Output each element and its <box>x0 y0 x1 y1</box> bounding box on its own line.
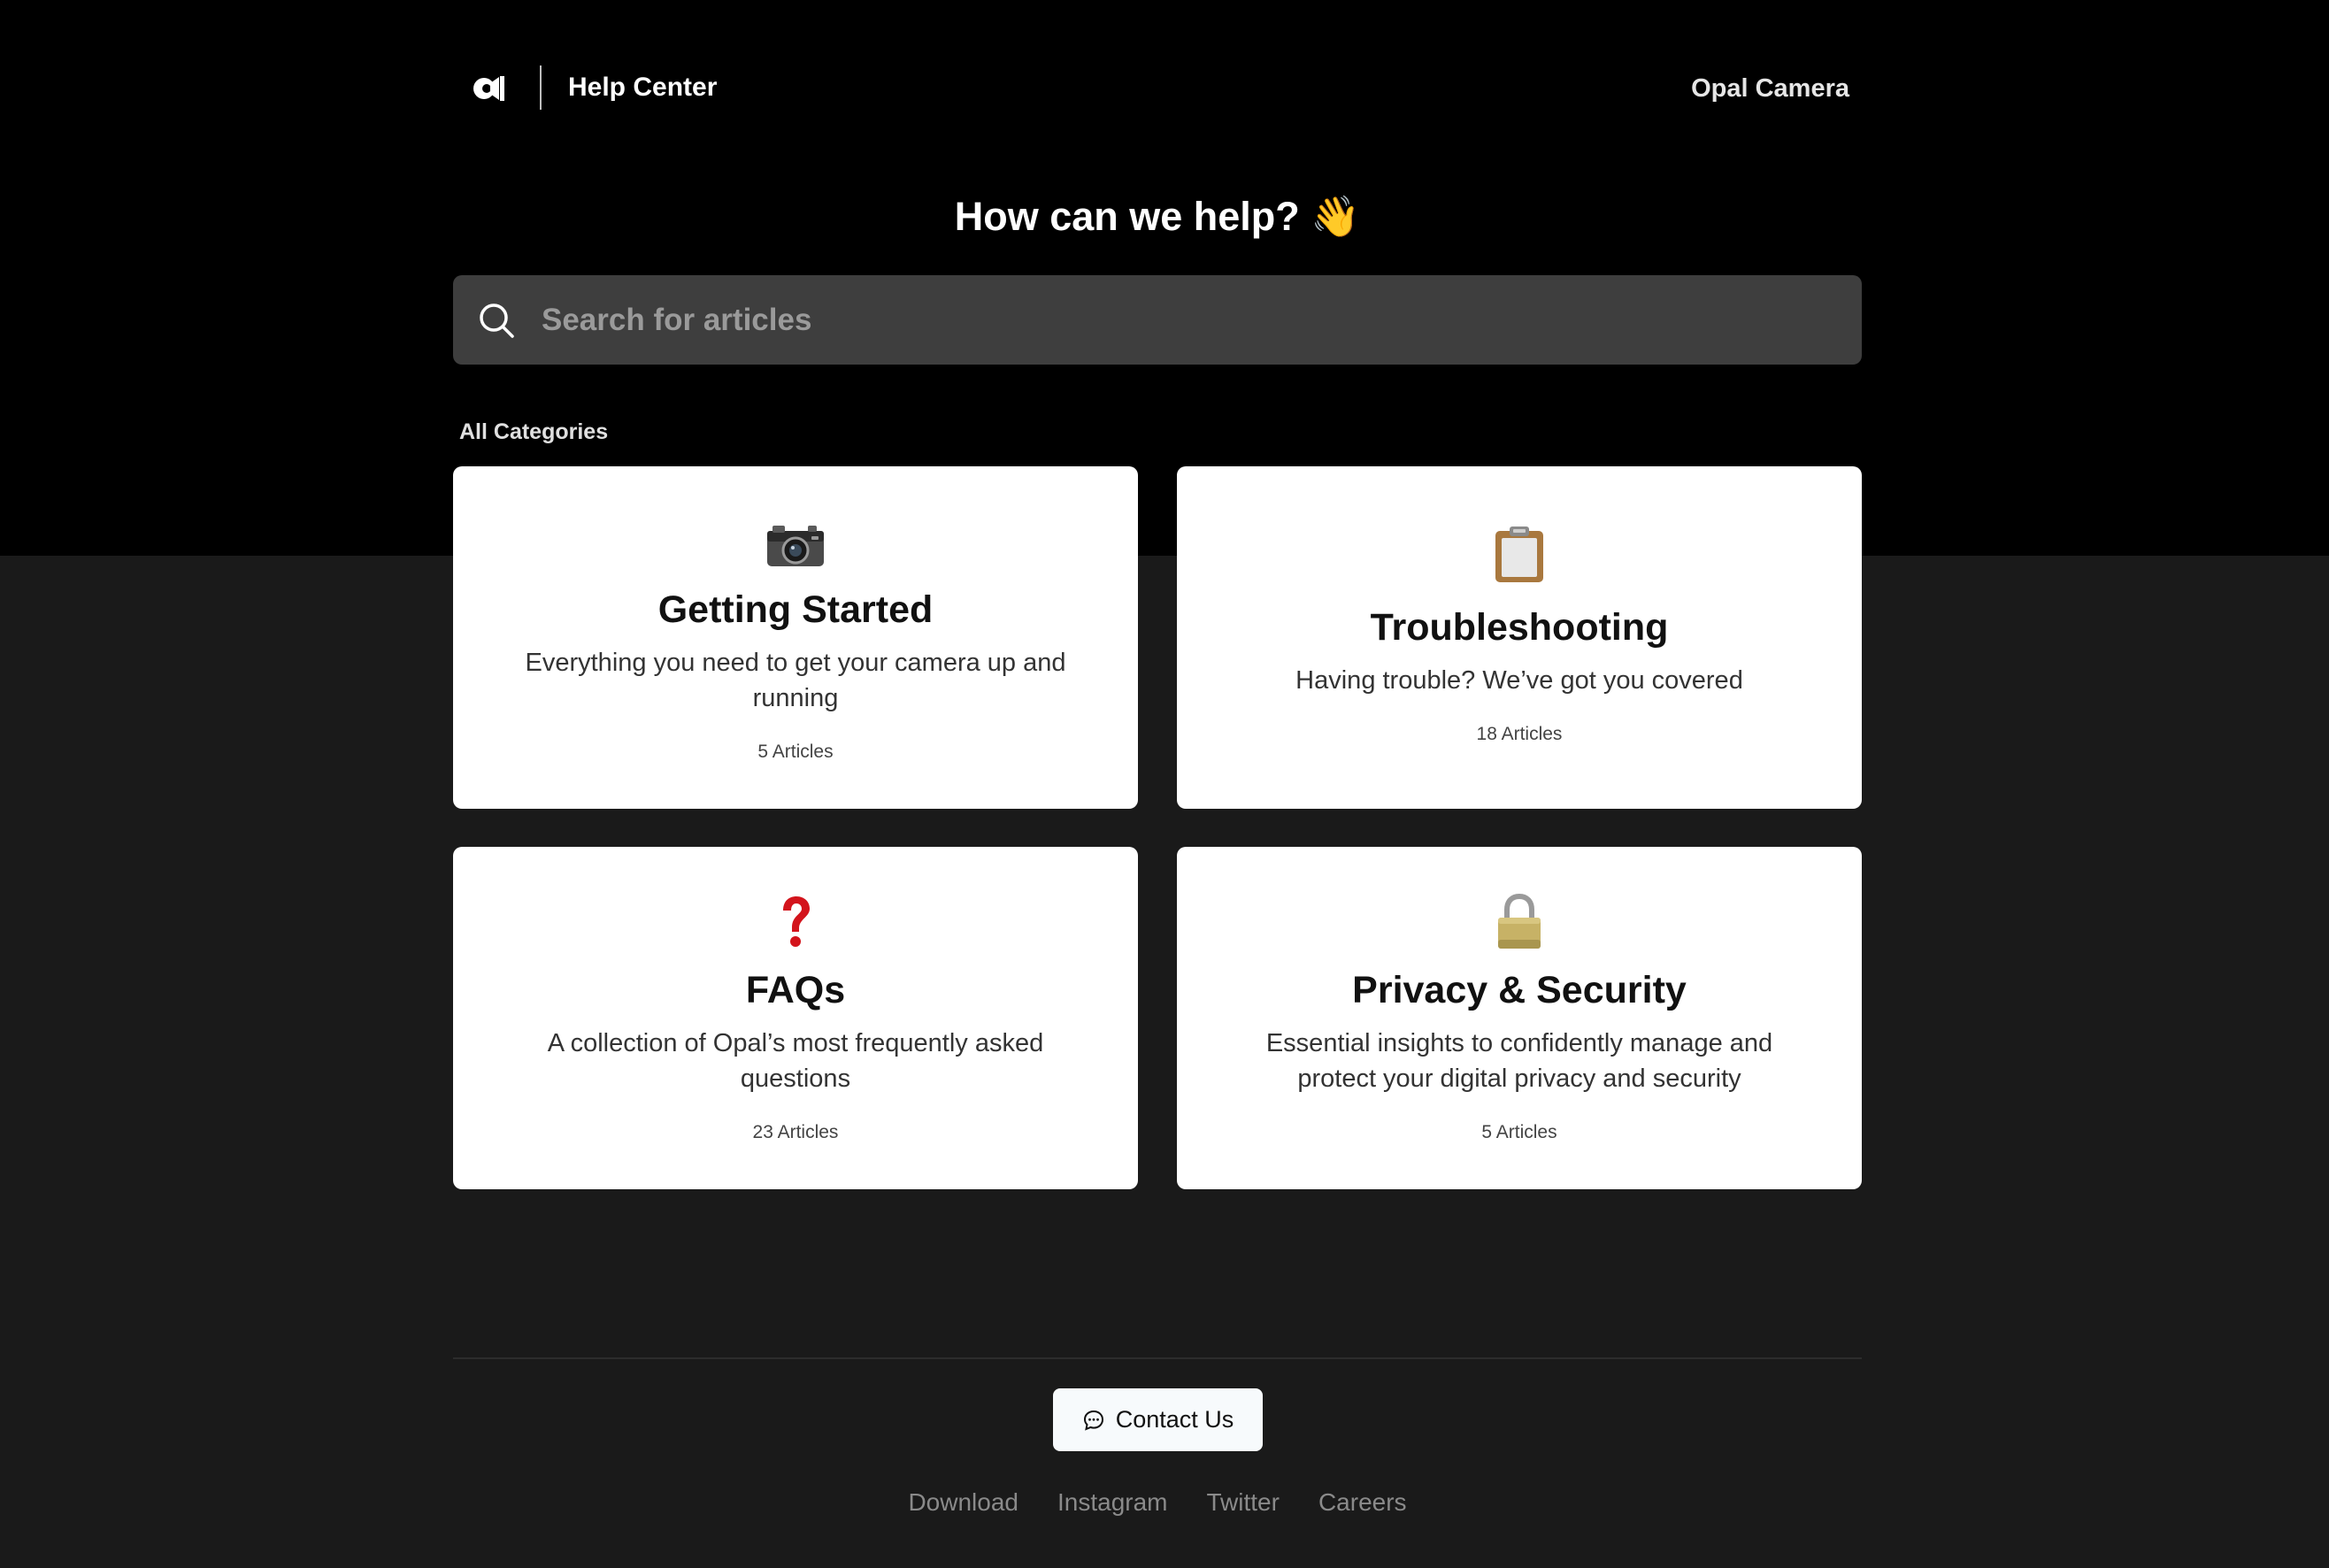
page-title: How can we help? 👋 <box>954 194 1361 239</box>
category-card-privacy-security[interactable]: Privacy & Security Essential insights to… <box>1177 847 1862 1189</box>
category-card-troubleshooting[interactable]: Troubleshooting Having trouble? We’ve go… <box>1177 466 1862 809</box>
contact-us-button[interactable]: Contact Us <box>1053 1388 1263 1451</box>
footer-link-instagram[interactable]: Instagram <box>1057 1488 1168 1517</box>
card-title: Getting Started <box>657 588 934 631</box>
opal-logo-icon[interactable] <box>473 74 508 103</box>
card-description: Having trouble? We’ve got you covered <box>1295 666 1743 695</box>
article-count: 18 Articles <box>1476 724 1563 744</box>
card-title: Troubleshooting <box>1370 606 1669 649</box>
question-mark-icon <box>453 891 1138 953</box>
footer-link-download[interactable]: Download <box>908 1488 1018 1517</box>
search-bar[interactable] <box>453 275 1862 365</box>
contact-us-label: Contact Us <box>1115 1406 1234 1433</box>
opal-camera-link[interactable]: Opal Camera <box>1691 74 1849 104</box>
clipboard-icon <box>1177 524 1862 586</box>
footer-link-careers[interactable]: Careers <box>1318 1488 1407 1517</box>
categories-heading: All Categories <box>459 419 609 444</box>
chat-bubble-icon <box>1083 1410 1103 1431</box>
card-description: Essential insights to confidently manage… <box>1265 1029 1773 1093</box>
search-icon <box>480 304 514 338</box>
card-description: A collection of Opal’s most frequently a… <box>547 1029 1044 1093</box>
footer-link-twitter[interactable]: Twitter <box>1206 1488 1279 1517</box>
category-card-faqs[interactable]: FAQs A collection of Opal’s most frequen… <box>453 847 1138 1189</box>
footer-divider <box>453 1357 1862 1359</box>
article-count: 23 Articles <box>752 1122 839 1142</box>
card-title: FAQs <box>745 969 846 1011</box>
category-card-getting-started[interactable]: Getting Started Everything you need to g… <box>453 466 1138 809</box>
help-center-link[interactable]: Help Center <box>568 73 717 103</box>
header-divider <box>540 65 542 110</box>
camera-icon <box>453 515 1138 577</box>
search-input[interactable] <box>542 291 1833 350</box>
article-count: 5 Articles <box>757 742 834 762</box>
lock-icon <box>1177 891 1862 953</box>
card-description: Everything you need to get your camera u… <box>525 649 1066 712</box>
article-count: 5 Articles <box>1481 1122 1557 1142</box>
footer-links: Download Instagram Twitter Careers <box>453 1488 1862 1517</box>
card-title: Privacy & Security <box>1352 969 1687 1011</box>
site-header: Help Center Opal Camera <box>453 62 1862 115</box>
